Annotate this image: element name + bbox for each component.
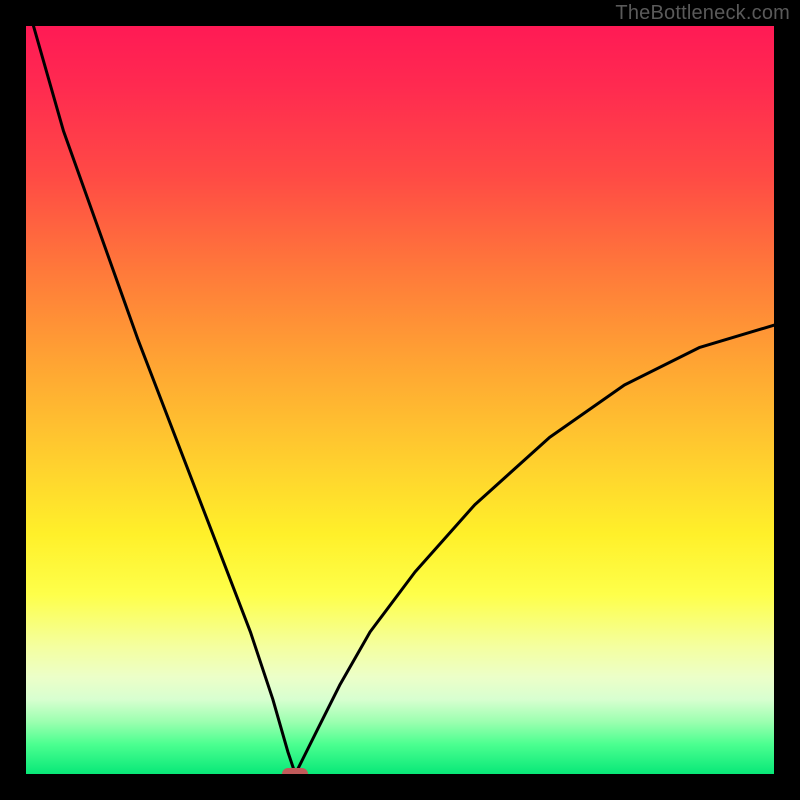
- bottleneck-curve: [26, 26, 774, 774]
- watermark-text: TheBottleneck.com: [615, 2, 790, 25]
- plot-area: [26, 26, 774, 774]
- chart-frame: TheBottleneck.com: [0, 0, 800, 800]
- optimum-marker: [282, 768, 308, 774]
